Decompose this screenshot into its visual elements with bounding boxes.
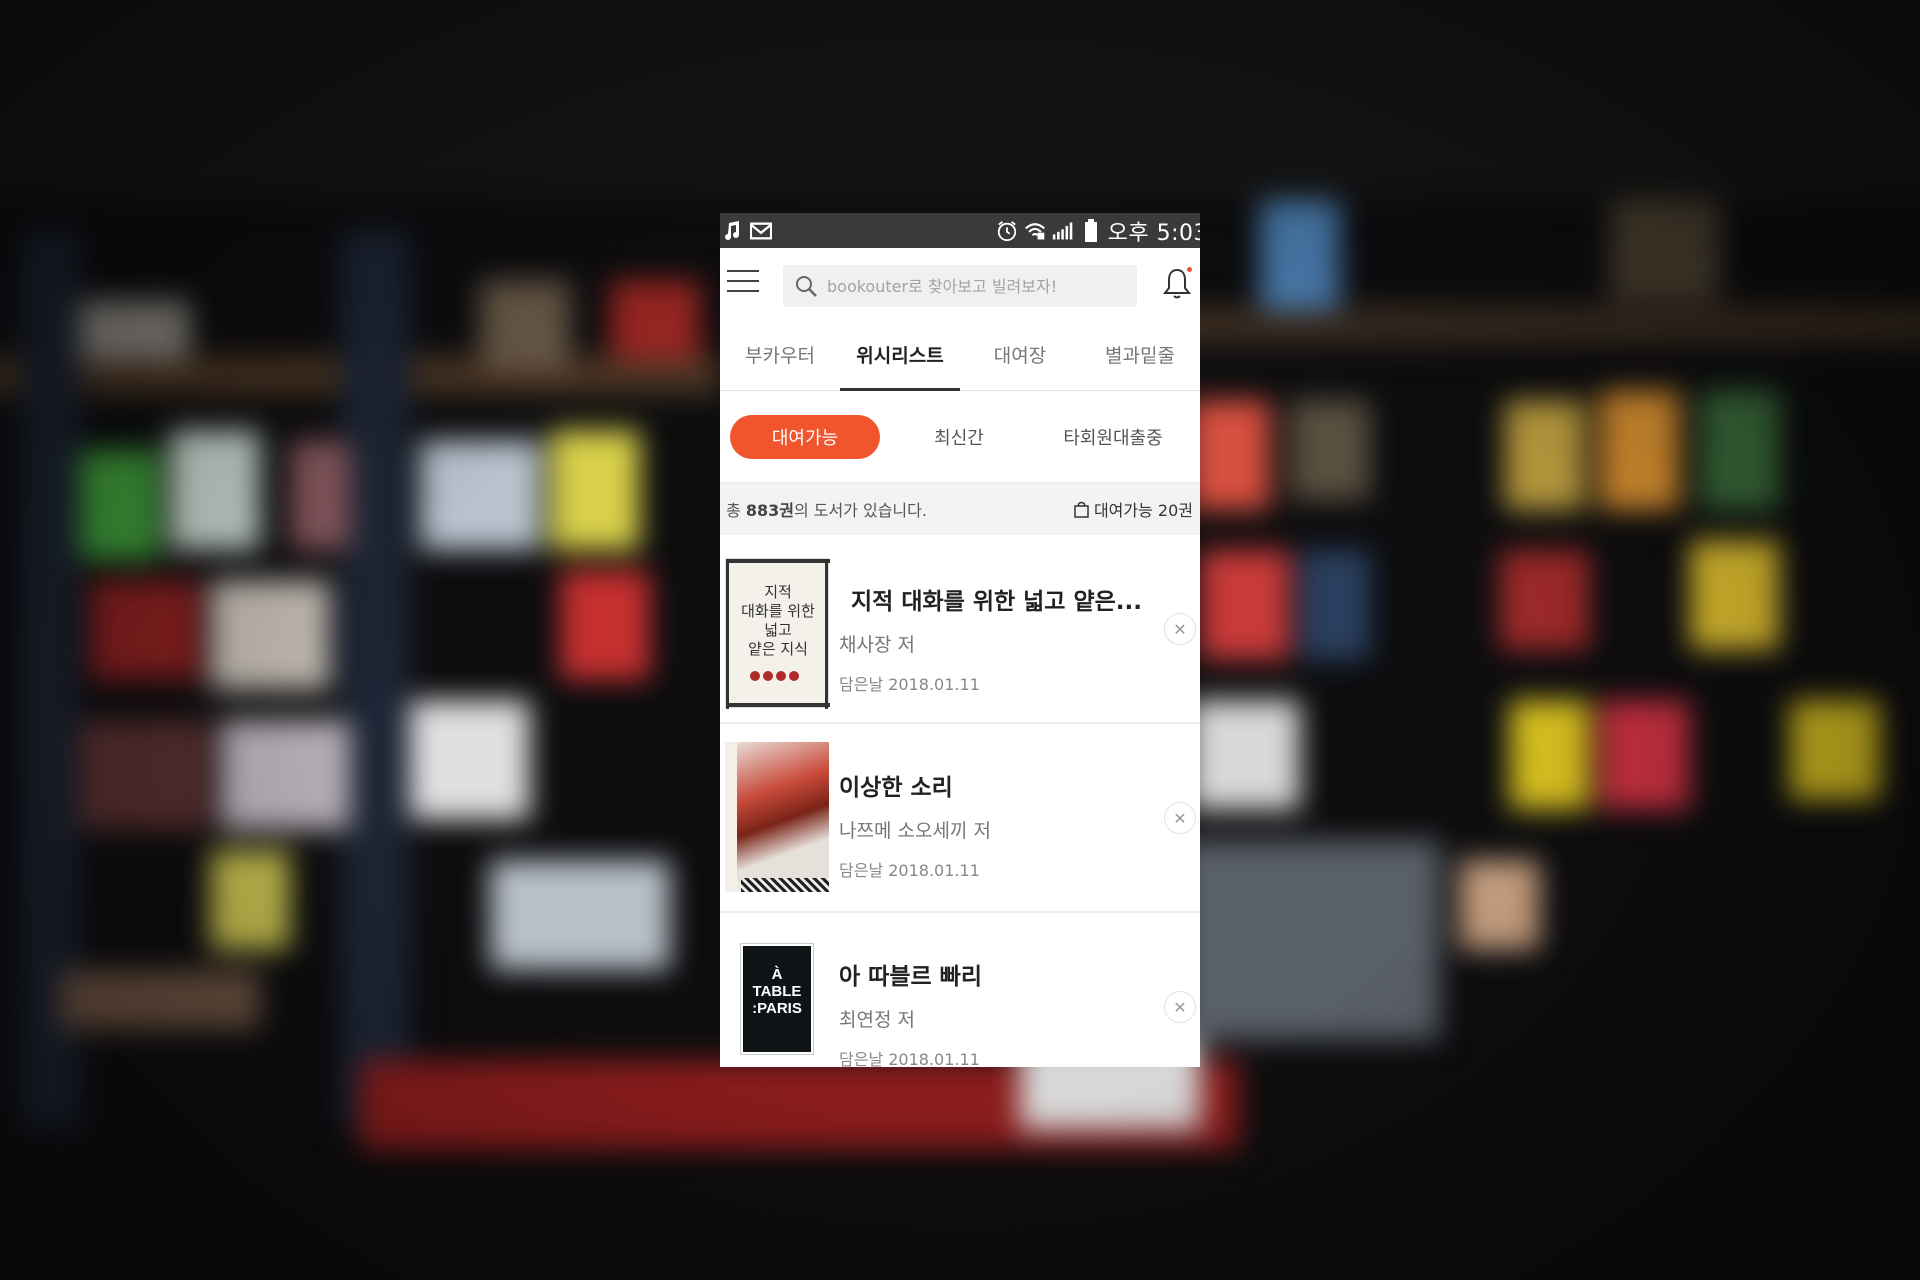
app-header <box>720 248 1200 319</box>
close-icon: ✕ <box>1173 808 1187 828</box>
clock: 오후 5:03 <box>1107 220 1200 246</box>
book-title[interactable]: 지적 대화를 위한 넓고 얕은... <box>851 582 1142 616</box>
total-count: 총 883권의 도서가 있습니다. <box>726 501 927 520</box>
tab-rental[interactable]: 대여장 <box>960 319 1080 390</box>
filter-on-loan[interactable]: 타회원대출중 <box>1038 415 1188 459</box>
list-item[interactable]: 지적 대화를 위한 넓고 얕은 지식 지적 대화를 위한 넓고 얕은... 채사… <box>720 535 1200 724</box>
main-tabs: 부카우터 위시리스트 대여장 별과밑줄 <box>720 319 1200 391</box>
list-item[interactable]: 이상한 소리 나쯔메 소오세끼 저 담은날 2018.01.11 ✕ <box>720 724 1200 913</box>
music-icon <box>722 220 744 242</box>
book-cover <box>725 742 829 892</box>
search-bar[interactable] <box>783 265 1137 307</box>
list-item[interactable]: À TABLE :PARIS 아 따블르 빠리 최연정 저 담은날 2018.0… <box>720 913 1200 1067</box>
book-title[interactable]: 아 따블르 빠리 <box>839 957 982 991</box>
gmail-icon <box>750 220 772 242</box>
close-icon: ✕ <box>1173 619 1187 639</box>
remove-button[interactable]: ✕ <box>1164 613 1196 645</box>
filter-available[interactable]: 대여가능 <box>730 414 880 459</box>
book-added-date: 담은날 2018.01.11 <box>839 861 980 880</box>
notification-dot <box>1187 267 1192 272</box>
battery-icon <box>1080 218 1102 242</box>
book-cover: À TABLE :PARIS <box>740 943 814 1055</box>
remove-button[interactable]: ✕ <box>1164 802 1196 834</box>
book-cover: 지적 대화를 위한 넓고 얕은 지식 <box>725 558 830 709</box>
phone-screen: 오후 5:03 부카우터 위시리스트 대여장 별과밑줄 대여가능 최신간 타회원… <box>720 213 1200 1067</box>
status-bar: 오후 5:03 <box>720 213 1200 248</box>
book-author: 채사장 저 <box>839 634 915 656</box>
shopping-bag-icon <box>1074 501 1089 518</box>
book-added-date: 담은날 2018.01.11 <box>839 675 980 694</box>
filter-newest[interactable]: 최신간 <box>884 415 1034 459</box>
book-author: 최연정 저 <box>839 1009 915 1031</box>
book-added-date: 담은날 2018.01.11 <box>839 1050 980 1067</box>
alarm-icon <box>996 220 1018 242</box>
search-icon <box>796 276 817 297</box>
remove-button[interactable]: ✕ <box>1164 991 1196 1023</box>
bell-icon[interactable] <box>1162 267 1192 301</box>
total-count-value: 883권 <box>745 501 794 520</box>
signal-icon <box>1052 220 1074 242</box>
close-icon: ✕ <box>1173 997 1187 1017</box>
search-input[interactable] <box>827 276 1117 296</box>
filter-pills: 대여가능 최신간 타회원대출중 <box>720 391 1200 483</box>
tab-bookouter[interactable]: 부카우터 <box>720 319 840 390</box>
summary-bar: 총 883권의 도서가 있습니다. 대여가능 20권 <box>720 483 1200 535</box>
wishlist: 지적 대화를 위한 넓고 얕은 지식 지적 대화를 위한 넓고 얕은... 채사… <box>720 535 1200 1067</box>
book-title[interactable]: 이상한 소리 <box>839 768 991 802</box>
book-author: 나쯔메 소오세끼 저 <box>839 820 991 842</box>
hamburger-menu-icon[interactable] <box>727 270 759 296</box>
available-count: 대여가능 20권 <box>1074 497 1193 521</box>
tab-star-underline[interactable]: 별과밑줄 <box>1080 319 1200 390</box>
wifi-icon <box>1024 220 1046 242</box>
tab-wishlist[interactable]: 위시리스트 <box>840 319 960 391</box>
